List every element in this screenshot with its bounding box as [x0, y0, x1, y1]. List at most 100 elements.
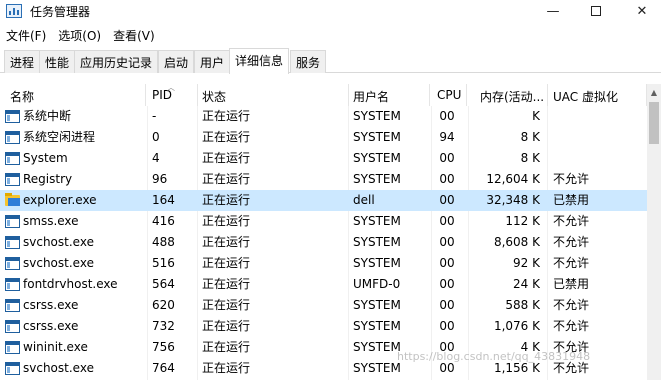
process-uac	[553, 127, 643, 148]
scroll-thumb[interactable]	[649, 102, 659, 144]
app-window-icon	[5, 362, 20, 375]
process-name: svchost.exe	[23, 256, 94, 270]
process-user: SYSTEM	[353, 214, 401, 228]
app-window-icon	[5, 341, 20, 354]
process-name: csrss.exe	[23, 298, 79, 312]
minimize-icon: —	[546, 3, 560, 19]
process-status: 正在运行	[202, 277, 251, 291]
process-cpu: 00	[439, 193, 455, 207]
table-row[interactable]: explorer.exe 164 正在运行 dell 00 32,348 K 已禁用	[0, 190, 647, 211]
app-window-icon	[5, 278, 20, 291]
process-user: SYSTEM	[353, 130, 401, 144]
app-window-icon	[5, 320, 20, 333]
process-memory: 8 K	[520, 130, 540, 144]
window-title: 任务管理器	[30, 5, 91, 19]
process-uac: 不允许	[553, 319, 590, 333]
app-window-icon	[5, 257, 20, 270]
column-header-uac[interactable]: UAC 虚拟化	[549, 84, 647, 106]
process-memory: 1,076 K	[493, 319, 540, 333]
process-name: 系统空闲进程	[23, 130, 96, 144]
table-row[interactable]: smss.exe 416 正在运行 SYSTEM 00 112 K 不允许	[0, 211, 647, 232]
process-uac	[553, 106, 643, 127]
table-row[interactable]: svchost.exe 488 正在运行 SYSTEM 00 8,608 K 不允许	[0, 232, 647, 253]
process-pid: 164	[152, 193, 175, 207]
process-uac: 不允许	[553, 172, 590, 186]
menu-options[interactable]: 选项(O)	[52, 25, 107, 45]
column-header-name[interactable]: 名称	[6, 84, 146, 106]
process-status: 正在运行	[202, 130, 251, 144]
process-status: 正在运行	[202, 319, 251, 333]
table-row[interactable]: csrss.exe 620 正在运行 SYSTEM 00 588 K 不允许	[0, 295, 647, 316]
process-memory: 8,608 K	[493, 235, 540, 249]
table-row[interactable]: 系统中断 - 正在运行 SYSTEM 00 K	[0, 106, 647, 127]
table-row[interactable]: csrss.exe 732 正在运行 SYSTEM 00 1,076 K 不允许	[0, 316, 647, 337]
tab-startup[interactable]: 启动	[158, 50, 195, 73]
process-name: fontdrvhost.exe	[23, 277, 118, 291]
process-user: SYSTEM	[353, 319, 401, 333]
tab-performance[interactable]: 性能	[39, 50, 76, 73]
process-name: explorer.exe	[23, 193, 97, 207]
process-cpu: 00	[439, 277, 455, 291]
table-row[interactable]: Registry 96 正在运行 SYSTEM 00 12,604 K 不允许	[0, 169, 647, 190]
process-memory: K	[532, 109, 540, 123]
tab-app-history[interactable]: 应用历史记录	[74, 50, 159, 73]
process-name: System	[23, 151, 68, 165]
process-status: 正在运行	[202, 172, 251, 186]
process-uac	[553, 148, 643, 169]
process-name: Registry	[23, 172, 73, 186]
process-cpu: 00	[439, 235, 455, 249]
folder-icon	[5, 193, 20, 206]
process-status: 正在运行	[202, 235, 251, 249]
process-uac: 不允许	[553, 298, 590, 312]
process-uac: 已禁用	[553, 277, 590, 291]
app-window-icon	[5, 110, 20, 123]
menu-file[interactable]: 文件(F)	[0, 25, 52, 45]
table-row[interactable]: 系统空闲进程 0 正在运行 SYSTEM 94 8 K	[0, 127, 647, 148]
process-cpu: 00	[439, 109, 455, 123]
minimize-button[interactable]: —	[530, 0, 576, 22]
process-name: wininit.exe	[23, 340, 88, 354]
column-header-user[interactable]: 用户名	[349, 84, 430, 106]
process-status: 正在运行	[202, 193, 251, 207]
tab-users[interactable]: 用户	[194, 50, 231, 73]
tab-details[interactable]: 详细信息	[229, 48, 290, 74]
process-uac: 不允许	[553, 256, 590, 270]
close-icon: ✕	[636, 3, 648, 19]
table-row[interactable]: svchost.exe 516 正在运行 SYSTEM 00 92 K 不允许	[0, 253, 647, 274]
vertical-scrollbar[interactable]: ▲	[647, 84, 661, 380]
process-user: SYSTEM	[353, 256, 401, 270]
title-bar: 任务管理器 — ✕	[0, 0, 661, 22]
app-window-icon	[5, 173, 20, 186]
close-button[interactable]: ✕	[619, 0, 661, 22]
maximize-button[interactable]	[573, 0, 619, 22]
process-user: SYSTEM	[353, 235, 401, 249]
process-user: SYSTEM	[353, 298, 401, 312]
process-user: dell	[353, 193, 375, 207]
process-memory: 12,604 K	[486, 172, 540, 186]
scroll-up-icon[interactable]: ▲	[647, 84, 661, 100]
table-row[interactable]: System 4 正在运行 SYSTEM 00 8 K	[0, 148, 647, 169]
column-header-memory[interactable]: 内存(活动...	[476, 84, 548, 106]
process-details-table: 名称 PID ︿ 状态 用户名 CPU 内存(活动... UAC 虚拟化 系统中…	[0, 83, 647, 380]
tab-processes[interactable]: 进程	[4, 50, 41, 73]
table-row[interactable]: fontdrvhost.exe 564 正在运行 UMFD-0 00 24 K 已禁用	[0, 274, 647, 295]
process-pid: 764	[152, 361, 175, 375]
process-cpu: 94	[439, 130, 455, 144]
process-user: SYSTEM	[353, 151, 401, 165]
tab-services[interactable]: 服务	[290, 50, 327, 73]
app-window-icon	[5, 236, 20, 249]
process-user: SYSTEM	[353, 109, 401, 123]
column-header-cpu[interactable]: CPU	[433, 84, 467, 106]
process-pid: 516	[152, 256, 175, 270]
process-pid: 0	[152, 130, 160, 144]
process-cpu: 00	[439, 256, 455, 270]
process-memory: 112 K	[505, 214, 540, 228]
menu-view[interactable]: 查看(V)	[107, 25, 161, 45]
maximize-icon	[591, 6, 601, 16]
watermark: https://blog.csdn.net/qq_43831948	[397, 350, 591, 363]
menu-bar: 文件(F) 选项(O) 查看(V)	[0, 25, 661, 45]
process-name: csrss.exe	[23, 319, 79, 333]
column-header-status[interactable]: 状态	[198, 84, 349, 106]
process-cpu: 00	[439, 172, 455, 186]
process-status: 正在运行	[202, 361, 251, 375]
